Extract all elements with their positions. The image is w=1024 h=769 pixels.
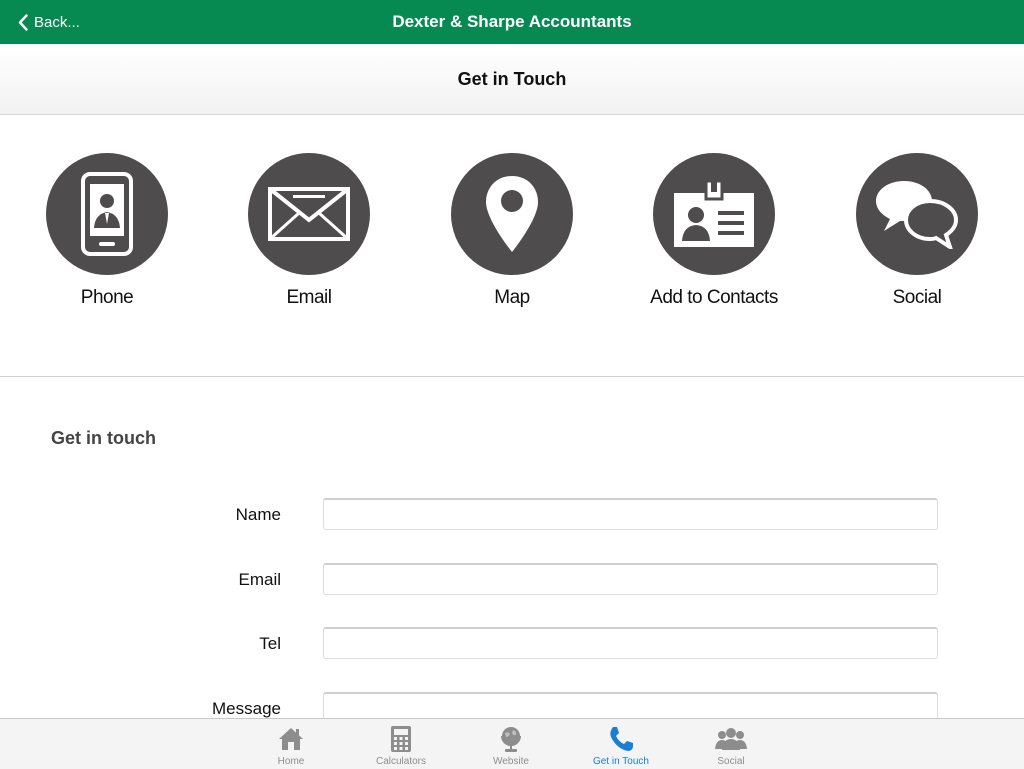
tab-calculators-label: Calculators [375, 756, 427, 767]
email-action[interactable]: Email [224, 153, 394, 309]
add-contacts-action[interactable]: Add to Contacts [629, 153, 799, 309]
social-action[interactable]: Social [832, 153, 1002, 309]
tab-get-in-touch[interactable]: Get in Touch [576, 725, 666, 767]
phone-label: Phone [80, 287, 134, 308]
tel-input[interactable] [323, 627, 938, 659]
calculator-icon [356, 725, 446, 753]
email-label: Email [286, 287, 332, 308]
phone-action[interactable]: Phone [22, 153, 192, 309]
tab-social-label: Social [717, 756, 745, 767]
globe-icon [466, 725, 556, 753]
bottom-tab-bar: Home Calculators Website Get in Touch So… [0, 718, 1024, 769]
social-label: Social [892, 287, 942, 308]
tab-website-label: Website [493, 756, 529, 767]
message-label: Message [212, 699, 281, 718]
phone-icon [46, 153, 168, 275]
contact-actions: Phone Email Map Add to Contacts Social [0, 115, 1024, 377]
envelope-icon [248, 153, 370, 275]
map-pin-icon [451, 153, 573, 275]
tab-social[interactable]: Social [686, 725, 776, 767]
back-button[interactable]: Back... [18, 0, 80, 44]
back-label: Back... [34, 13, 80, 31]
tab-calculators[interactable]: Calculators [356, 725, 446, 767]
name-label: Name [235, 505, 281, 524]
page-header: Get in Touch [0, 44, 1024, 115]
name-row: Name [0, 498, 1024, 532]
tab-get-in-touch-label: Get in Touch [593, 756, 649, 767]
name-input[interactable] [323, 498, 938, 530]
people-icon [686, 725, 776, 753]
app-title: Dexter & Sharpe Accountants [392, 12, 632, 31]
email-input[interactable] [323, 563, 938, 595]
top-nav-bar: Back... Dexter & Sharpe Accountants [0, 0, 1024, 44]
tab-website[interactable]: Website [466, 725, 556, 767]
tel-row: Tel [0, 627, 1024, 661]
map-action[interactable]: Map [427, 153, 597, 309]
contact-card-icon [653, 153, 775, 275]
tel-label: Tel [259, 634, 281, 653]
tab-home[interactable]: Home [246, 725, 336, 767]
email-row: Email [0, 563, 1024, 597]
form-title: Get in touch [51, 428, 156, 448]
home-icon [246, 725, 336, 753]
chat-bubbles-icon [856, 153, 978, 275]
page-title: Get in Touch [457, 69, 567, 89]
map-label: Map [494, 287, 530, 308]
add-contacts-label: Add to Contacts [650, 287, 778, 308]
email-field-label: Email [238, 570, 281, 589]
chevron-left-icon [18, 13, 28, 31]
phone-handset-icon [576, 725, 666, 753]
tab-home-label: Home [277, 756, 305, 767]
